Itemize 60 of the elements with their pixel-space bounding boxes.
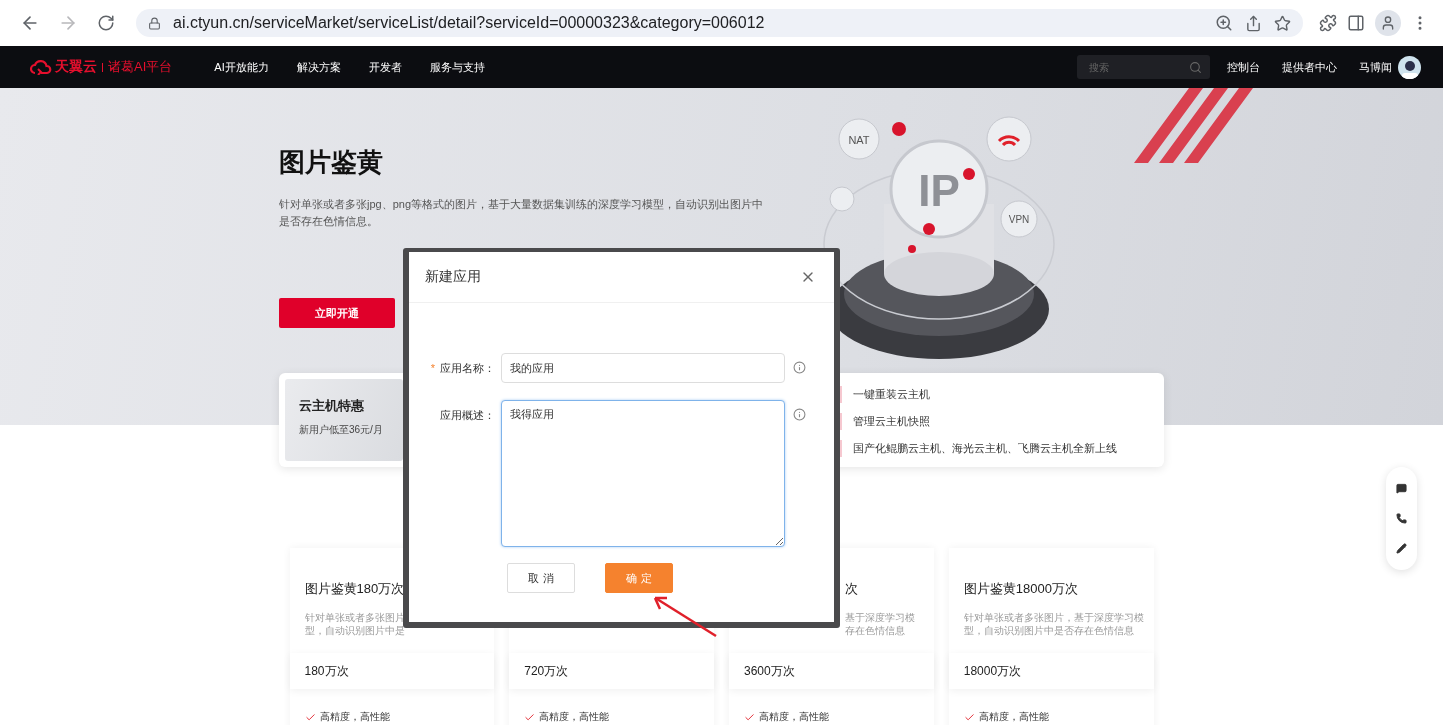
plan-description: 存在色情信息 xyxy=(845,624,906,637)
info-icon[interactable] xyxy=(793,361,806,374)
avatar-icon[interactable] xyxy=(1398,55,1421,79)
puzzle-icon[interactable] xyxy=(1319,14,1337,32)
url-text: ai.ctyun.cn/serviceMarket/serviceList/detail?serviceId=00000323&category=006012 xyxy=(173,14,766,32)
network-pedestal-drawing: IP NAT VPN xyxy=(814,94,1094,374)
plan-description: 针对单张或者多张图片，基于深度学习模 xyxy=(963,611,1145,624)
plan-title: 次 xyxy=(845,580,859,598)
plan-price: 720万次 xyxy=(509,653,714,689)
cancel-button[interactable]: 取 消 xyxy=(507,563,575,593)
page-description: 针对单张或者多张jpg、png等格式的图片，基于大量数据集训练的深度学习模型，自动识别出图片中是否存在色情信息。 xyxy=(279,197,765,229)
activate-button[interactable]: 立即开通 xyxy=(279,298,395,328)
chat-icon[interactable] xyxy=(1396,482,1407,494)
user-name[interactable]: 马博闻 xyxy=(1359,59,1392,75)
address-bar[interactable]: ai.ctyun.cn/serviceMarket/serviceList/detail?serviceId=00000323&category=006012 xyxy=(136,9,1303,37)
check-icon xyxy=(963,712,975,723)
cloud-logo-icon[interactable] xyxy=(30,59,52,75)
lock-icon xyxy=(148,16,161,30)
plan-feature: 高精度，高性能 xyxy=(978,711,1049,724)
plan-title: 图片鉴黄180万次 xyxy=(304,580,406,598)
field-label: * 应用名称： xyxy=(429,361,496,376)
side-panel-icon[interactable] xyxy=(1347,14,1365,32)
promo-subtitle: 新用户低至36元/月 xyxy=(299,423,384,437)
page-title: 图片鉴黄 xyxy=(279,146,384,178)
check-icon xyxy=(524,712,536,723)
plan-feature: 高精度，高性能 xyxy=(759,711,829,724)
plan-card[interactable]: 图片鉴黄18000万次 针对单张或者多张图片，基于深度学习模 型，自动识别图片中是否存在色情信息 18000万次 高精度，高性能 xyxy=(948,548,1154,725)
nav-link[interactable]: 开发者 xyxy=(368,59,402,75)
dialog-title: 新建应用 xyxy=(425,268,481,286)
nav-link[interactable]: 解决方案 xyxy=(296,59,341,75)
check-icon xyxy=(744,712,755,723)
star-icon[interactable] xyxy=(1274,14,1291,32)
info-icon[interactable] xyxy=(793,408,806,421)
share-icon[interactable] xyxy=(1245,14,1262,32)
plan-title: 图片鉴黄18000万次 xyxy=(963,580,1079,598)
pencil-icon[interactable] xyxy=(1396,543,1407,555)
nav-link[interactable]: 服务与支持 xyxy=(429,59,485,75)
plan-description: 型，自动识别图片中是否存在色情信息 xyxy=(963,624,1135,637)
zoom-icon[interactable] xyxy=(1215,14,1233,32)
app-name-field[interactable]: 我的应用 xyxy=(501,353,785,383)
nav-link[interactable]: AI开放能力 xyxy=(214,59,269,75)
phone-icon[interactable] xyxy=(1396,513,1407,524)
plan-feature: 高精度，高性能 xyxy=(539,711,610,724)
promo-tile[interactable]: 云主机特惠 新用户低至36元/月 xyxy=(285,379,403,461)
plan-feature: 高精度，高性能 xyxy=(319,711,390,724)
nav-link[interactable]: 控制台 xyxy=(1227,59,1260,75)
plan-price: 18000万次 xyxy=(948,653,1154,689)
plan-price: 3600万次 xyxy=(729,653,934,689)
platform-name[interactable]: 诸葛AI平台 xyxy=(108,58,173,76)
description-field[interactable]: 我得应用 xyxy=(501,400,785,547)
field-label: 应用概述： xyxy=(439,408,496,423)
plan-price: 180万次 xyxy=(289,653,495,689)
promo-title: 云主机特惠 xyxy=(299,397,365,415)
profile-icon[interactable] xyxy=(1375,10,1401,36)
plan-description: 基于深度学习模 xyxy=(845,611,916,624)
nav-link[interactable]: 提供者中心 xyxy=(1282,59,1337,75)
check-icon xyxy=(304,712,316,723)
search-field[interactable]: 搜索 xyxy=(1077,55,1210,79)
brand-name[interactable]: 天翼云 xyxy=(55,58,97,76)
plan-description: 型，自动识别图片中是 xyxy=(304,624,406,637)
